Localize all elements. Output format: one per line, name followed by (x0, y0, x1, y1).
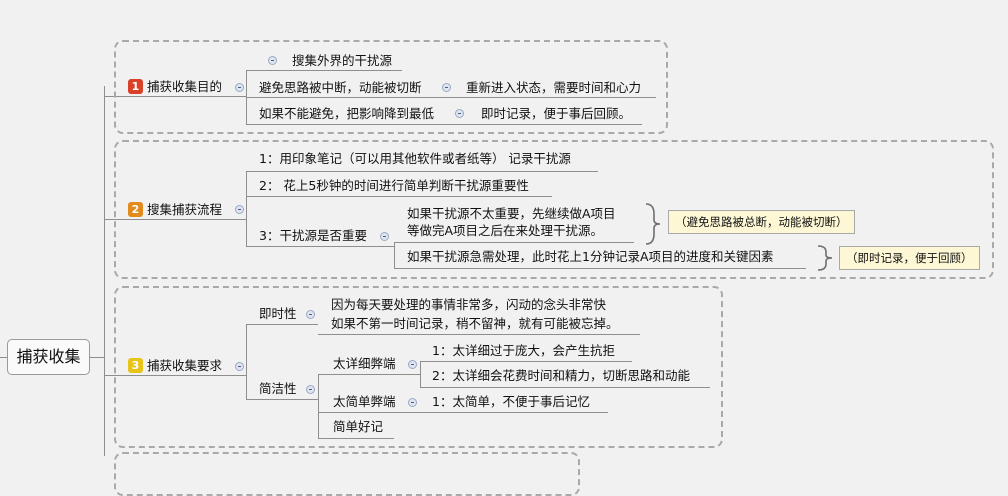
b3-sub1-item1-underline (420, 361, 632, 362)
b1-item3-underline (246, 124, 470, 125)
branch1-collapse-icon[interactable] (235, 83, 244, 92)
b2-item1-underline (246, 171, 598, 172)
b2-item3-underline (246, 246, 394, 247)
branch2-children-line (246, 172, 247, 246)
branch3-topic[interactable]: 捕获收集要求 (147, 358, 222, 374)
root-connector (90, 357, 104, 358)
b2-sub2-brace-icon (817, 245, 833, 271)
b3-item2-collapse-icon[interactable] (306, 385, 315, 394)
b1-item2-collapse-icon[interactable] (442, 83, 451, 92)
b2-item3-topic[interactable]: 3：干扰源是否重要 (259, 228, 367, 244)
b2-item2-underline (246, 196, 552, 197)
b3-sub1-item1[interactable]: 1：太详细过于庞大，会产生抗拒 (432, 343, 615, 359)
b3-sub1-item2-underline (420, 387, 710, 388)
branch2-underline (126, 219, 246, 220)
b2-item1-topic[interactable]: 1：用印象笔记（可以用其他软件或者纸等） 记录干扰源 (259, 151, 571, 167)
b3-item1-collapse-icon[interactable] (306, 310, 315, 319)
b3-item1-line2[interactable]: 如果不第一时间记录，稍不留神，就有可能被忘掉。 (331, 316, 619, 332)
b1-item2-child-topic[interactable]: 重新进入状态，需要时间和心力 (466, 80, 641, 96)
b1-item2-child-underline (456, 97, 656, 98)
b1-item3-collapse-icon[interactable] (455, 109, 464, 118)
priority-1-badge: 1 (128, 79, 143, 94)
priority-3-badge: 3 (128, 358, 143, 373)
b2-sub1-underline (394, 242, 634, 243)
b3-sub2-item1-underline (420, 412, 608, 413)
b1-item1-collapse-icon[interactable] (268, 56, 277, 65)
b3-item2-underline (246, 399, 318, 400)
b3-item1-child-underline (318, 334, 640, 335)
b3-sub2-underline (318, 412, 420, 413)
b2-sub2-underline (394, 268, 806, 269)
b3-sub1-topic[interactable]: 太详细弊端 (333, 356, 396, 372)
root-topic[interactable]: 捕获收集 (7, 339, 90, 375)
b2-item2-topic[interactable]: 2： 花上5秒钟的时间进行简单判断干扰源重要性 (259, 178, 529, 194)
b1-item3-topic[interactable]: 如果不能避免，把影响降到最低 (259, 106, 434, 122)
b3-sub2-item1[interactable]: 1：太简单，不便于事后记忆 (432, 394, 590, 410)
branch4-boundary (114, 452, 580, 496)
b3-item1-line1[interactable]: 因为每天要处理的事情非常多，闪动的念头非常快 (331, 297, 606, 313)
branch3-underline (126, 375, 246, 376)
b2-sub2-topic[interactable]: 如果干扰源急需处理，此时花上1分钟记录A项目的进度和关键因素 (407, 249, 774, 265)
b2-sub1-brace-icon (645, 203, 661, 245)
branch3-children-line (246, 324, 247, 400)
b1-item3-child-underline (470, 124, 642, 125)
branch2-topic[interactable]: 搜集捕获流程 (147, 202, 222, 218)
b1-item2-topic[interactable]: 避免思路被中断，动能被切断 (259, 80, 422, 96)
b3-item1-underline (246, 324, 318, 325)
b2-item3-collapse-icon[interactable] (380, 232, 389, 241)
b3-sub3-underline (318, 438, 394, 439)
b2-sub2-callout[interactable]: （即时记录，便于回顾） (839, 246, 980, 270)
b3-sub1-collapse-icon[interactable] (408, 360, 417, 369)
b1-item3-child-topic[interactable]: 即时记录，便于事后回顾。 (481, 106, 631, 122)
b2-sub1-line1[interactable]: 如果干扰源不太重要，先继续做A项目 (407, 206, 616, 222)
b3-sub1-underline (318, 374, 420, 375)
b2-sub1-callout[interactable]: （避免思路被总断，动能被切断） (668, 210, 855, 234)
branch1-topic[interactable]: 捕获收集目的 (147, 79, 222, 95)
b1-item1-underline (246, 70, 402, 71)
b3-item2-topic[interactable]: 简洁性 (259, 381, 297, 397)
root-stub-line (0, 357, 7, 358)
b3-sub1-item2[interactable]: 2：太详细会花费时间和精力，切断思路和动能 (432, 368, 690, 384)
b3-sub1-children-line (420, 361, 421, 387)
b2-sub1-line2[interactable]: 等做完A项目之后在来处理干扰源。 (407, 223, 603, 239)
priority-2-badge: 2 (128, 202, 143, 217)
b3-item1-topic[interactable]: 即时性 (259, 306, 297, 322)
b3-sub3-topic[interactable]: 简单好记 (333, 419, 383, 435)
branch3-collapse-icon[interactable] (235, 362, 244, 371)
branch1-underline (126, 96, 246, 97)
b3-item2-children-line (318, 374, 319, 438)
b1-item2-underline (246, 97, 456, 98)
root-trunk-line (104, 86, 105, 456)
b1-item1-topic[interactable]: 搜集外界的干扰源 (292, 53, 392, 69)
b3-sub2-topic[interactable]: 太简单弊端 (333, 394, 396, 410)
branch2-collapse-icon[interactable] (235, 205, 244, 214)
b3-sub2-collapse-icon[interactable] (408, 398, 417, 407)
b2-item3-children-line (394, 242, 395, 268)
